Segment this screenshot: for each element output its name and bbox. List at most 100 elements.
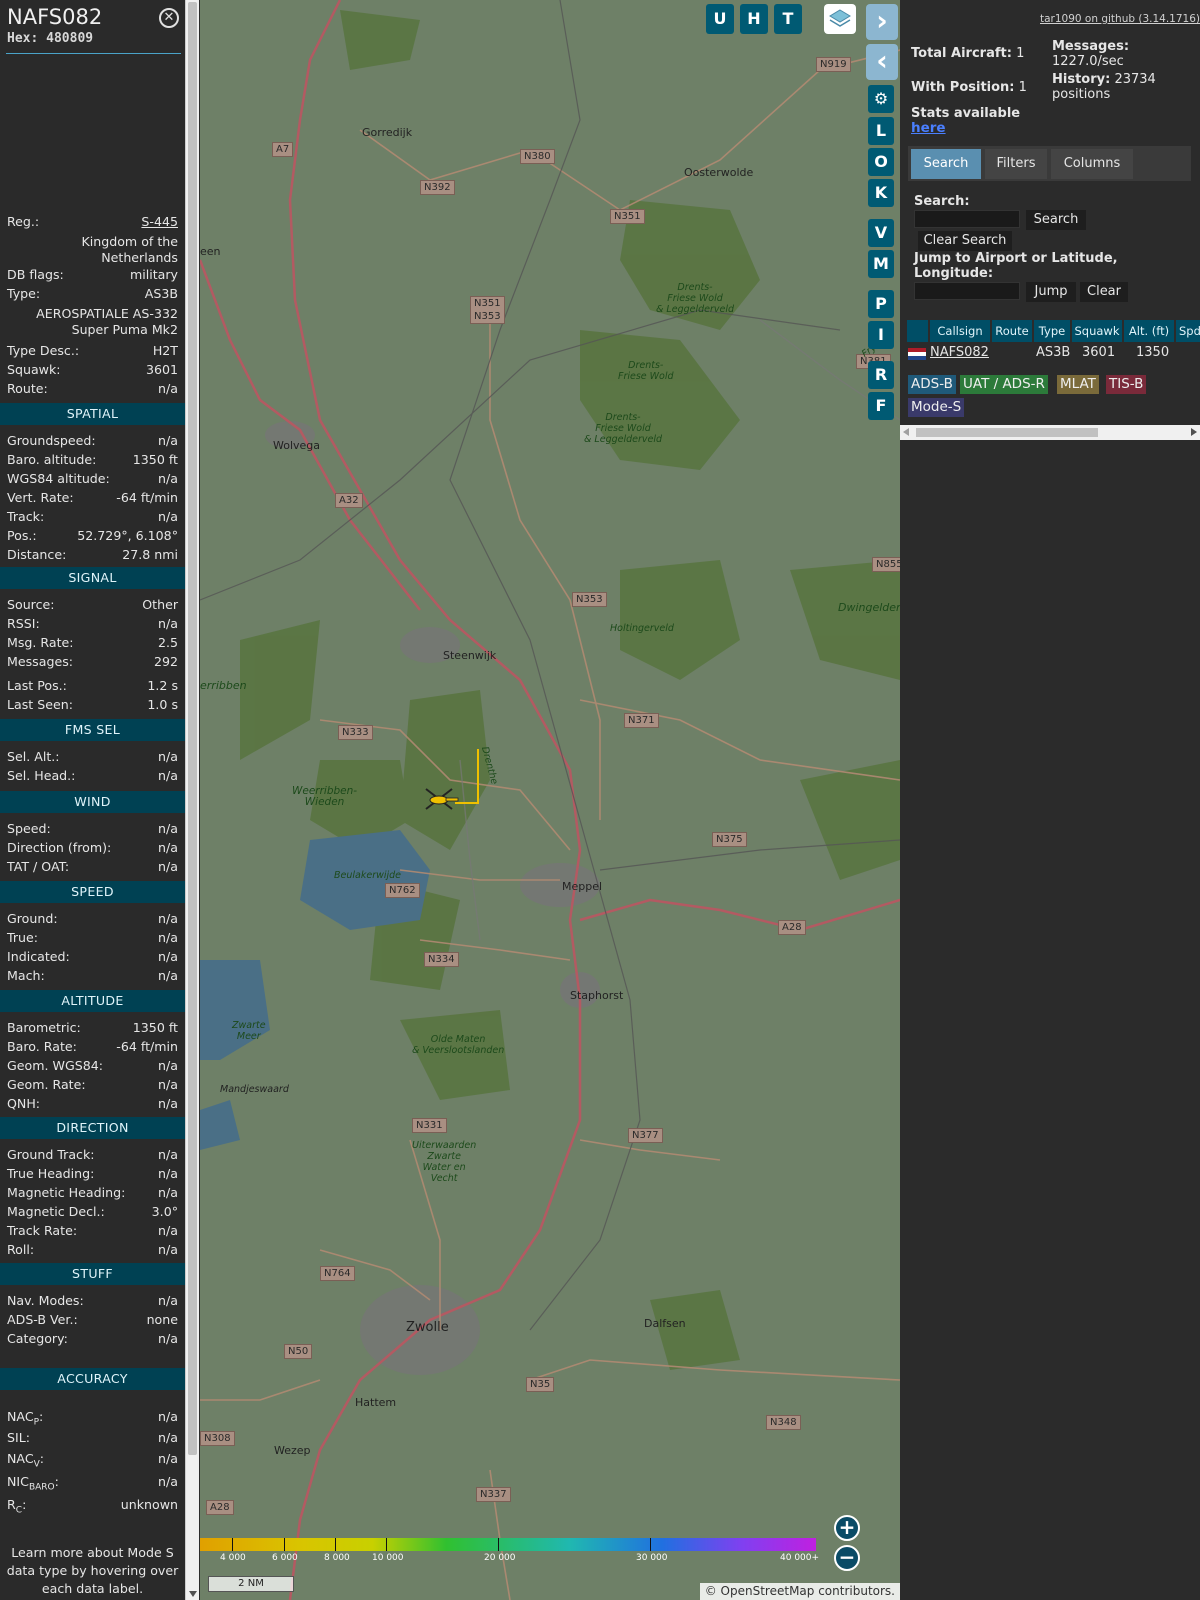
table-header-altitude[interactable]: Alt. (ft) <box>1124 320 1174 342</box>
chevron-left-icon[interactable]: ‹ <box>866 44 898 80</box>
table-header-flag[interactable] <box>907 320 928 342</box>
total-aircraft-stat: Total Aircraft: 1 <box>911 46 1025 61</box>
map-view[interactable]: Gorredijk Oosterwolde Wolvega Steenwijk … <box>200 0 900 1600</box>
detail-row: Groundspeed: n/a <box>7 432 178 450</box>
detail-value: none <box>146 1312 178 1327</box>
road-label: A7 <box>272 142 294 157</box>
detail-value: 1.0 s <box>147 697 178 712</box>
github-link[interactable]: tar1090 on github (3.14.1716) <box>1040 13 1200 25</box>
detail-value: -64 ft/min <box>116 1039 178 1054</box>
colorbar-label: 10 000 <box>372 1553 404 1563</box>
helicopter-icon[interactable] <box>422 785 462 815</box>
detail-row: NACV: n/a <box>7 1450 178 1470</box>
row-callsign[interactable]: NAFS082 <box>930 344 989 362</box>
map-button-t[interactable]: T <box>774 4 802 34</box>
scroll-right-arrow[interactable] <box>1191 428 1197 436</box>
header-divider <box>6 53 181 54</box>
place-label: Meppel <box>562 880 603 893</box>
jump-input[interactable] <box>914 282 1020 300</box>
search-input[interactable] <box>914 210 1020 228</box>
place-label: Wezep <box>274 1444 311 1457</box>
source-badge-modes: Mode-S <box>908 398 965 417</box>
zoom-in-button[interactable]: + <box>834 1515 860 1541</box>
map-button-r[interactable]: R <box>868 361 894 389</box>
search-button[interactable]: Search <box>1026 210 1086 230</box>
detail-label: Roll: <box>7 1242 35 1257</box>
colorbar-label: 6 000 <box>272 1553 298 1563</box>
detail-value: Other <box>142 597 178 612</box>
settings-icon[interactable]: ⚙ <box>868 85 894 113</box>
colorbar-label: 20 000 <box>484 1553 516 1563</box>
detail-row: ADS-B Ver.: none <box>7 1311 178 1329</box>
section-header-wind: WIND <box>0 791 185 813</box>
detail-label: WGS84 altitude: <box>7 471 110 486</box>
netherlands-flag-icon <box>908 348 926 360</box>
detail-reg: Reg.: S-445 <box>7 213 178 231</box>
detail-value: n/a <box>158 859 178 874</box>
registration-link[interactable]: S-445 <box>141 213 178 231</box>
scrollbar-thumb[interactable] <box>916 428 1098 437</box>
detail-row: RSSI: n/a <box>7 615 178 633</box>
right-panel: tar1090 on github (3.14.1716) Total Airc… <box>900 0 1200 1600</box>
detail-label: True Heading: <box>7 1166 95 1181</box>
map-button-l[interactable]: L <box>868 117 894 145</box>
scrollbar-thumb[interactable] <box>188 2 197 1455</box>
tab-columns[interactable]: Columns <box>1051 149 1133 179</box>
table-header-squawk[interactable]: Squawk <box>1072 320 1122 342</box>
zoom-out-button[interactable]: − <box>834 1545 860 1571</box>
sidebar-scrollbar[interactable] <box>185 0 199 1600</box>
map-button-k[interactable]: K <box>868 179 894 207</box>
table-header-route[interactable]: Route <box>992 320 1032 342</box>
layers-icon[interactable] <box>824 4 856 34</box>
nature-label: Weerribben- Wieden <box>292 785 358 808</box>
map-button-i[interactable]: I <box>868 321 894 349</box>
detail-row: Mach: n/a <box>7 967 178 985</box>
tab-search[interactable]: Search <box>911 149 981 179</box>
row-squawk: 3601 <box>1082 345 1116 360</box>
road-label: N375 <box>712 832 747 847</box>
jump-button[interactable]: Jump <box>1026 282 1076 302</box>
detail-label: Nav. Modes: <box>7 1293 84 1308</box>
map-button-o[interactable]: O <box>868 148 894 176</box>
table-header-type[interactable]: Type <box>1034 320 1070 342</box>
detail-row: Category: n/a <box>7 1330 178 1348</box>
detail-squawk: Squawk: 3601 <box>7 362 178 377</box>
detail-row: Ground Track: n/a <box>7 1146 178 1164</box>
map-button-u[interactable]: U <box>706 4 734 34</box>
road-label: N35 <box>526 1377 555 1392</box>
scroll-left-arrow[interactable] <box>903 428 909 436</box>
detail-value: n/a <box>158 911 178 926</box>
map-button-p[interactable]: P <box>868 290 894 318</box>
scroll-down-arrow[interactable] <box>189 1591 197 1597</box>
detail-label: Category: <box>7 1331 68 1346</box>
place-label: Oosterwolde <box>684 166 754 179</box>
clear-button[interactable]: Clear <box>1080 282 1128 302</box>
tab-filters[interactable]: Filters <box>985 149 1047 179</box>
detail-label: Pos.: <box>7 528 37 543</box>
map-button-m[interactable]: M <box>868 250 894 278</box>
detail-label: RSSI: <box>7 616 40 631</box>
detail-row: SIL: n/a <box>7 1429 178 1447</box>
detail-label: Messages: <box>7 654 74 669</box>
section-header-accuracy: ACCURACY <box>0 1368 185 1390</box>
stats-here-link[interactable]: here <box>911 120 946 136</box>
section-header-spatial: SPATIAL <box>0 403 185 425</box>
chevron-right-icon[interactable]: › <box>866 4 898 40</box>
detail-row: TAT / OAT: n/a <box>7 858 178 876</box>
map-button-v[interactable]: V <box>868 219 894 247</box>
map-attribution[interactable]: © OpenStreetMap contributors. <box>699 1583 900 1600</box>
clear-search-button[interactable]: Clear Search <box>918 231 1012 251</box>
road-label: N392 <box>420 180 455 195</box>
detail-value: n/a <box>158 1077 178 1092</box>
table-horizontal-scrollbar[interactable] <box>900 425 1200 440</box>
map-button-h[interactable]: H <box>740 4 768 34</box>
detail-row: Last Pos.: 1.2 s <box>7 677 178 695</box>
section-header-direction: DIRECTION <box>0 1117 185 1139</box>
table-header-speed[interactable]: Spd <box>1176 320 1200 342</box>
colorbar-label: 8 000 <box>324 1553 350 1563</box>
place-label: een <box>200 245 221 258</box>
close-icon[interactable]: ✕ <box>159 8 179 28</box>
table-header-callsign[interactable]: Callsign <box>930 320 990 342</box>
map-button-f[interactable]: F <box>868 392 894 420</box>
road-label: N919 <box>816 57 851 72</box>
